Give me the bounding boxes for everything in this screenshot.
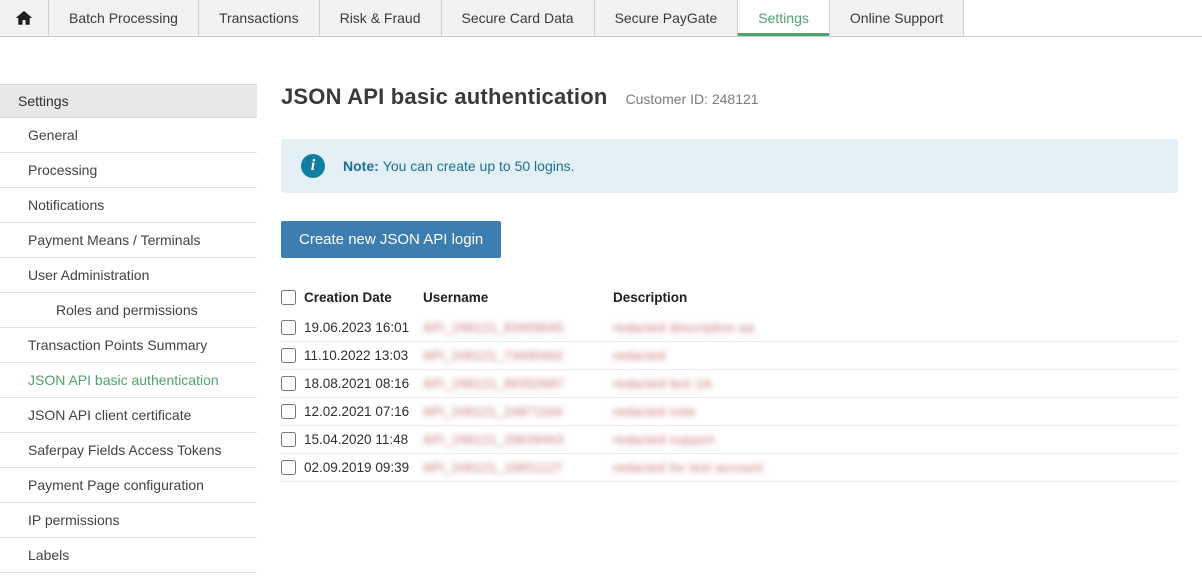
sidebar-item-processing[interactable]: Processing bbox=[0, 153, 257, 188]
header-username: Username bbox=[423, 290, 613, 305]
home-icon bbox=[15, 9, 33, 27]
cell-username-redacted: API_248121_83409045 bbox=[423, 320, 613, 335]
sidebar-item-payment-means-terminals[interactable]: Payment Means / Terminals bbox=[0, 223, 257, 258]
sidebar-item-json-api-client-certificate[interactable]: JSON API client certificate bbox=[0, 398, 257, 433]
note-label: Note: bbox=[343, 158, 379, 174]
row-checkbox[interactable] bbox=[281, 404, 296, 419]
cell-creation-date: 02.09.2019 09:39 bbox=[304, 460, 423, 475]
table-row: 12.02.2021 07:16API_248121_24871164redac… bbox=[281, 398, 1178, 426]
row-checkbox[interactable] bbox=[281, 320, 296, 335]
note-banner: i Note:You can create up to 50 logins. bbox=[281, 139, 1178, 193]
table-row: 02.09.2019 09:39API_248121_16851127redac… bbox=[281, 454, 1178, 482]
table-body: 19.06.2023 16:01API_248121_83409045redac… bbox=[281, 314, 1178, 482]
logins-table: Creation Date Username Description 19.06… bbox=[281, 282, 1178, 482]
customer-id: Customer ID: 248121 bbox=[626, 91, 759, 107]
nav-tab-secure-paygate[interactable]: Secure PayGate bbox=[595, 0, 739, 36]
nav-tab-secure-card-data[interactable]: Secure Card Data bbox=[442, 0, 595, 36]
nav-tab-risk-fraud[interactable]: Risk & Fraud bbox=[320, 0, 442, 36]
cell-description-redacted: redacted text 1A bbox=[613, 376, 1178, 391]
cell-description-redacted: redacted for test account bbox=[613, 460, 1178, 475]
sidebar-item-ip-permissions[interactable]: IP permissions bbox=[0, 503, 257, 538]
cell-creation-date: 15.04.2020 11:48 bbox=[304, 432, 423, 447]
sidebar-item-general[interactable]: General bbox=[0, 118, 257, 153]
table-row: 19.06.2023 16:01API_248121_83409045redac… bbox=[281, 314, 1178, 342]
row-checkbox[interactable] bbox=[281, 348, 296, 363]
nav-tab-transactions[interactable]: Transactions bbox=[199, 0, 320, 36]
nav-tab-settings[interactable]: Settings bbox=[738, 0, 830, 36]
nav-tabs: Batch ProcessingTransactionsRisk & Fraud… bbox=[49, 0, 964, 36]
table-row: 11.10.2022 13:03API_248121_73490462redac… bbox=[281, 342, 1178, 370]
sidebar-item-roles-and-permissions[interactable]: Roles and permissions bbox=[0, 293, 257, 328]
sidebar-item-payment-page-configuration[interactable]: Payment Page configuration bbox=[0, 468, 257, 503]
note-text: Note:You can create up to 50 logins. bbox=[343, 158, 575, 174]
home-button[interactable] bbox=[0, 0, 49, 36]
top-navigation: Batch ProcessingTransactionsRisk & Fraud… bbox=[0, 0, 1202, 37]
sidebar-item-saferpay-fields-access-tokens[interactable]: Saferpay Fields Access Tokens bbox=[0, 433, 257, 468]
note-message: You can create up to 50 logins. bbox=[383, 158, 575, 174]
cell-description-redacted: redacted note bbox=[613, 404, 1178, 419]
select-all-checkbox[interactable] bbox=[281, 290, 296, 305]
page-title: JSON API basic authentication bbox=[281, 84, 608, 110]
sidebar: Settings GeneralProcessingNotificationsP… bbox=[0, 84, 257, 573]
table-row: 18.08.2021 08:16API_248121_86352687redac… bbox=[281, 370, 1178, 398]
cell-username-redacted: API_248121_73490462 bbox=[423, 348, 613, 363]
cell-creation-date: 12.02.2021 07:16 bbox=[304, 404, 423, 419]
sidebar-header: Settings bbox=[0, 84, 257, 118]
header-description: Description bbox=[613, 290, 1178, 305]
title-row: JSON API basic authentication Customer I… bbox=[281, 84, 1178, 110]
nav-tab-batch-processing[interactable]: Batch Processing bbox=[49, 0, 199, 36]
create-json-api-login-button[interactable]: Create new JSON API login bbox=[281, 221, 501, 258]
table-row: 15.04.2020 11:48API_248121_29639463redac… bbox=[281, 426, 1178, 454]
sidebar-item-json-api-basic-authentication[interactable]: JSON API basic authentication bbox=[0, 363, 257, 398]
cell-creation-date: 19.06.2023 16:01 bbox=[304, 320, 423, 335]
info-icon: i bbox=[301, 154, 325, 178]
sidebar-item-user-administration[interactable]: User Administration bbox=[0, 258, 257, 293]
cell-creation-date: 11.10.2022 13:03 bbox=[304, 348, 423, 363]
row-checkbox[interactable] bbox=[281, 432, 296, 447]
header-creation-date: Creation Date bbox=[304, 290, 423, 305]
sidebar-list: GeneralProcessingNotificationsPayment Me… bbox=[0, 118, 257, 573]
sidebar-item-notifications[interactable]: Notifications bbox=[0, 188, 257, 223]
sidebar-item-transaction-points-summary[interactable]: Transaction Points Summary bbox=[0, 328, 257, 363]
cell-username-redacted: API_248121_16851127 bbox=[423, 460, 613, 475]
cell-username-redacted: API_248121_86352687 bbox=[423, 376, 613, 391]
row-checkbox[interactable] bbox=[281, 460, 296, 475]
row-checkbox[interactable] bbox=[281, 376, 296, 391]
cell-username-redacted: API_248121_29639463 bbox=[423, 432, 613, 447]
cell-description-redacted: redacted support bbox=[613, 432, 1178, 447]
cell-description-redacted: redacted description aa bbox=[613, 320, 1178, 335]
cell-username-redacted: API_248121_24871164 bbox=[423, 404, 613, 419]
cell-creation-date: 18.08.2021 08:16 bbox=[304, 376, 423, 391]
sidebar-item-labels[interactable]: Labels bbox=[0, 538, 257, 573]
main-content: JSON API basic authentication Customer I… bbox=[281, 84, 1178, 482]
cell-description-redacted: redacted bbox=[613, 348, 1178, 363]
nav-tab-online-support[interactable]: Online Support bbox=[830, 0, 964, 36]
table-header-row: Creation Date Username Description bbox=[281, 282, 1178, 314]
